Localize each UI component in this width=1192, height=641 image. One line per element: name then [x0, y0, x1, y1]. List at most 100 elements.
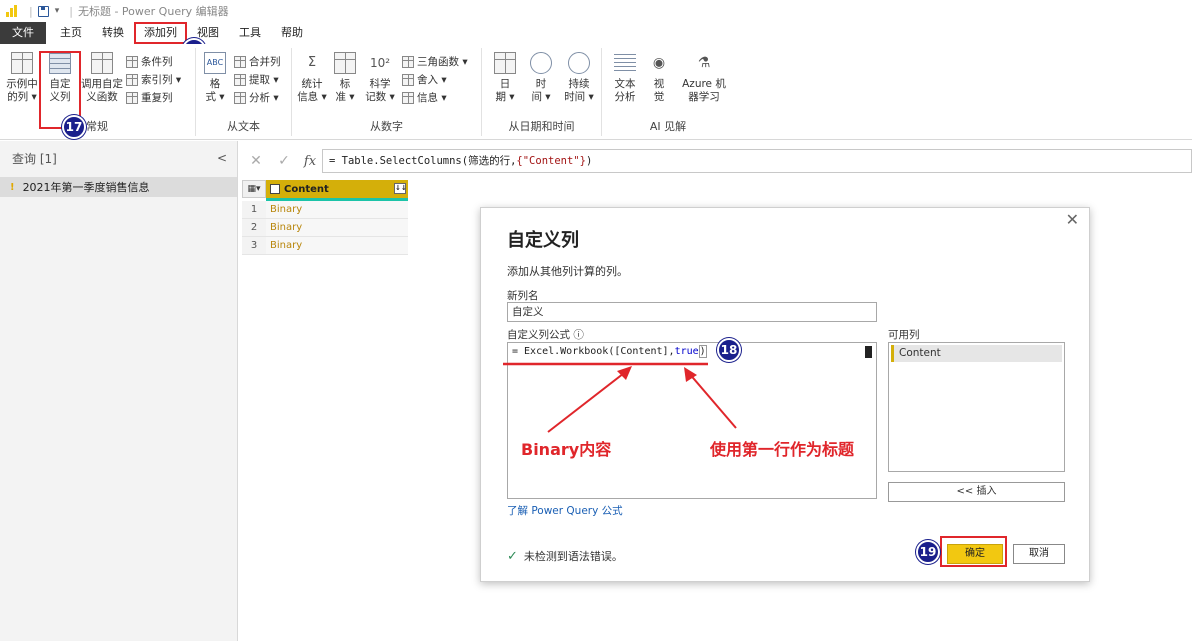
insert-button[interactable]: << 插入 [888, 482, 1065, 502]
custom-column-button[interactable]: 自定 义列 [40, 52, 80, 104]
dialog-title: 自定义列 [507, 230, 579, 251]
queries-header: 查询 [1] < [0, 141, 237, 175]
format-icon: ABC [204, 52, 226, 74]
invoke-function-button[interactable]: 调用自定 义函数 [80, 52, 124, 104]
conditional-icon [126, 56, 138, 68]
formula-bar: ✕ ✓ fx = Table.SelectColumns(筛选的行,{"Cont… [242, 148, 1192, 174]
table-row[interactable]: 3 Binary [242, 237, 408, 255]
info-icon [402, 92, 414, 104]
trig-icon [402, 56, 414, 68]
step-badge-17: 17 [62, 115, 86, 139]
tab-help[interactable]: 帮助 [271, 22, 313, 44]
ribbon-group-ai: 文本 分析 ◉ 视觉 ⚗ Azure 机器学习 AI 见解 [602, 48, 734, 136]
formula-code: = Excel.Workbook([Content],true) [512, 345, 707, 358]
syntax-status: ✓ 未检测到语法错误。 [507, 548, 623, 564]
dialog-description: 添加从其他列计算的列。 [507, 265, 628, 278]
step-badge-18: 18 [717, 338, 741, 362]
ribbon: 示例中 的列 ▾ 自定 义列 调用自定 义函数 条件列 索引列 ▾ 重复列 常规 AB… [0, 44, 1192, 140]
cancel-button[interactable]: 取消 [1013, 544, 1065, 564]
annotation-binary-content: Binary内容 [521, 440, 612, 459]
time-button[interactable]: 时间 ▾ [524, 52, 558, 104]
rounding-button[interactable]: 舍入 ▾ [402, 72, 447, 88]
fx-icon: fx [303, 153, 317, 169]
eye-icon: ◉ [652, 55, 666, 71]
stopwatch-icon [568, 52, 590, 74]
cancel-formula-icon[interactable]: ✕ [242, 153, 270, 169]
window-title: 无标题 - Power Query 编辑器 [77, 5, 229, 18]
editor-scrollbar[interactable] [865, 346, 872, 358]
column-header-content[interactable]: Content ↓↓ [266, 180, 408, 198]
ribbon-group-from-date: 日期 ▾ 时间 ▾ 持续 时间 ▾ 从日期和时间 [482, 48, 602, 136]
group-label-ai: AI 见解 [649, 120, 687, 133]
text-analytics-button[interactable]: 文本 分析 [608, 52, 642, 104]
custom-formula-editor[interactable]: = Excel.Workbook([Content],true) [507, 342, 877, 499]
rounding-icon [402, 74, 414, 86]
available-columns-list: Content [888, 342, 1065, 472]
query-item[interactable]: ! 2021年第一季度销售信息 [0, 177, 237, 197]
group-label-general: 常规 [86, 120, 108, 133]
sigma-icon: Σ [307, 55, 317, 70]
merge-columns-button[interactable]: 合并列 [234, 54, 281, 70]
scientific-button[interactable]: 10² 科学 记数 ▾ [362, 52, 398, 104]
calendar-icon [494, 52, 516, 74]
tab-transform[interactable]: 转换 [92, 22, 134, 44]
custom-column-icon [49, 52, 71, 74]
standard-button[interactable]: 标准 ▾ [330, 52, 360, 104]
column-from-examples-button[interactable]: 示例中 的列 ▾ [2, 52, 42, 104]
commit-formula-icon[interactable]: ✓ [270, 153, 298, 169]
close-icon[interactable]: ✕ [1066, 210, 1079, 229]
table-menu-icon[interactable]: ▦▾ [242, 180, 266, 198]
azure-ml-button[interactable]: ⚗ Azure 机器学习 [678, 52, 730, 104]
checkmark-icon: ✓ [507, 548, 518, 564]
duration-button[interactable]: 持续 时间 ▾ [560, 52, 598, 104]
group-label-from-number: 从数字 [370, 120, 403, 133]
parse-button[interactable]: 分析 ▾ [234, 90, 279, 106]
syntax-status-text: 未检测到语法错误。 [523, 550, 623, 563]
table-row[interactable]: 2 Binary [242, 219, 408, 237]
group-label-from-text: 从文本 [227, 120, 260, 133]
clock-icon [530, 52, 552, 74]
group-label-from-date: 从日期和时间 [508, 120, 575, 133]
duplicate-column-button[interactable]: 重复列 [126, 90, 173, 106]
trigonometry-button[interactable]: 三角函数 ▾ [402, 54, 468, 70]
expand-column-icon[interactable]: ↓↓ [394, 183, 407, 194]
tab-tools[interactable]: 工具 [229, 22, 271, 44]
vision-button[interactable]: ◉ 视觉 [644, 52, 674, 104]
save-icon[interactable] [37, 5, 49, 17]
table-icon [11, 52, 33, 74]
tab-add-column[interactable]: 添加列 [134, 22, 187, 44]
new-column-name-label: 新列名 [507, 290, 539, 302]
queries-title: 查询 [1] [12, 151, 57, 166]
information-button[interactable]: 信息 ▾ [402, 90, 447, 106]
formula-label: 自定义列公式 ⓘ [507, 329, 584, 341]
available-column-item[interactable]: Content [891, 345, 1062, 362]
index-icon [126, 74, 138, 86]
date-button[interactable]: 日期 ▾ [488, 52, 522, 104]
learn-formulas-link[interactable]: 了解 Power Query 公式 [507, 503, 623, 518]
extract-button[interactable]: 提取 ▾ [234, 72, 279, 88]
menu-bar: 文件 主页 转换 添加列 视图 工具 帮助 [0, 22, 1192, 44]
title-bar: | ▾ | 无标题 - Power Query 编辑器 [0, 0, 1192, 22]
powerbi-logo-icon [6, 5, 18, 17]
ok-button[interactable]: 确定 [947, 544, 1003, 564]
collapse-pane-icon[interactable]: < [217, 151, 227, 165]
quick-access-dropdown-icon[interactable]: ▾ [55, 6, 60, 16]
table-row[interactable]: 1 Binary [242, 201, 408, 219]
conditional-column-button[interactable]: 条件列 [126, 54, 173, 70]
statistics-button[interactable]: Σ 统计 信息 ▾ [294, 52, 330, 104]
tab-home[interactable]: 主页 [50, 22, 92, 44]
custom-column-dialog: ✕ 自定义列 添加从其他列计算的列。 新列名 自定义 自定义列公式 ⓘ = Ex… [480, 207, 1090, 582]
format-button[interactable]: ABC 格式 ▾ [198, 52, 232, 104]
index-column-button[interactable]: 索引列 ▾ [126, 72, 181, 88]
available-columns-label: 可用列 [888, 329, 920, 341]
binary-type-icon[interactable] [270, 184, 280, 194]
new-column-name-input[interactable]: 自定义 [507, 302, 877, 322]
ribbon-group-from-text: ABC 格式 ▾ 合并列 提取 ▾ 分析 ▾ 从文本 [196, 48, 292, 136]
ribbon-group-general: 示例中 的列 ▾ 自定 义列 调用自定 义函数 条件列 索引列 ▾ 重复列 常规 [0, 48, 196, 136]
data-grid: ▦▾ Content ↓↓ 1 Binary 2 Binary 3 Binary [242, 180, 408, 255]
step-badge-19: 19 [916, 540, 940, 564]
warning-icon: ! [10, 181, 15, 193]
tab-file[interactable]: 文件 [0, 22, 46, 44]
formula-input[interactable]: = Table.SelectColumns(筛选的行,{"Content"}) [322, 149, 1192, 173]
ribbon-group-from-number: Σ 统计 信息 ▾ 标准 ▾ 10² 科学 记数 ▾ 三角函数 ▾ 舍入 ▾ 信息 … [292, 48, 482, 136]
